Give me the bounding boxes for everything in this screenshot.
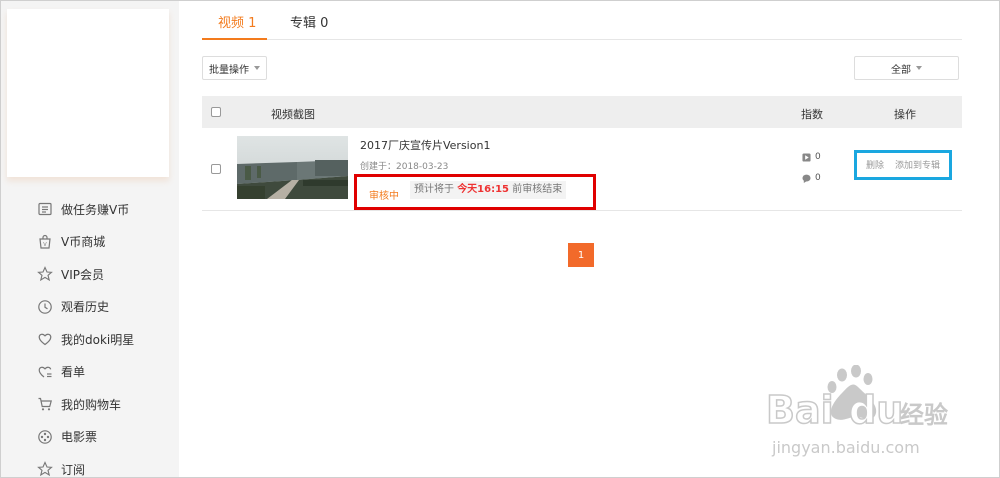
- comment-count: 0: [802, 173, 821, 183]
- shopping-bag-icon: V: [37, 234, 53, 250]
- sidebar-item-label: 我的购物车: [61, 397, 122, 412]
- svg-text:V: V: [43, 242, 47, 248]
- svg-text:Bai: Bai: [766, 388, 834, 432]
- sidebar-item-cart[interactable]: 我的购物车: [1, 388, 179, 421]
- header-screenshot: 视频截图: [271, 108, 315, 121]
- sidebar-item-label: V币商城: [61, 235, 106, 250]
- user-profile-card: [7, 9, 169, 177]
- filter-label: 全部: [891, 64, 911, 76]
- row-checkbox[interactable]: [211, 164, 221, 174]
- sidebar-item-label: 看单: [61, 365, 86, 380]
- chevron-down-icon: [254, 66, 260, 70]
- task-list-icon: [37, 201, 53, 217]
- video-thumbnail[interactable]: [237, 136, 348, 199]
- review-status-highlight: 审核中 预计将于 今天16:15 前审核结束: [354, 174, 596, 210]
- heart-outline-icon: [37, 331, 53, 347]
- batch-operation-label: 批量操作: [209, 64, 249, 76]
- sidebar-item-vip[interactable]: VIP会员: [1, 258, 179, 291]
- sidebar-item-label: 我的doki明星: [61, 332, 135, 347]
- star-outline-icon: [37, 266, 53, 282]
- chevron-down-icon: [916, 66, 922, 70]
- header-actions: 操作: [894, 108, 916, 121]
- sidebar-item-label: 电影票: [61, 430, 98, 445]
- comment-count-value: 0: [815, 173, 821, 183]
- sidebar-item-label: 订阅: [61, 462, 86, 477]
- sidebar-item-history[interactable]: 观看历史: [1, 291, 179, 324]
- select-all-checkbox[interactable]: [211, 107, 221, 117]
- comment-icon: [802, 174, 811, 183]
- actions-highlight: 删除 添加到专辑: [854, 150, 952, 180]
- watermark-url: jingyan.baidu.com: [771, 438, 920, 457]
- delete-button[interactable]: 删除: [866, 158, 884, 171]
- sidebar-item-watchlist[interactable]: 看单: [1, 356, 179, 389]
- add-to-album-button[interactable]: 添加到专辑: [895, 158, 940, 171]
- tab-videos[interactable]: 视频 1: [201, 12, 268, 40]
- play-count: 0: [802, 152, 821, 162]
- sidebar-menu: 做任务赚V币 V V币商城 VIP会员 观看历史 我的doki明星 看单 我的购…: [1, 193, 179, 478]
- sidebar-item-subscribe[interactable]: 订阅: [1, 453, 179, 478]
- review-estimate-note: 预计将于 今天16:15 前审核结束: [410, 181, 567, 199]
- header-index: 指数: [801, 108, 823, 121]
- play-icon: [802, 152, 811, 162]
- note-prefix: 预计将于: [414, 184, 454, 195]
- table-header: 视频截图 指数 操作: [202, 96, 962, 128]
- note-suffix: 前审核结束: [512, 184, 563, 195]
- tab-bar: 视频 1 专辑 0: [201, 0, 962, 40]
- table-row: 2017厂庆宣传片Version1 创建于：2018-03-23 审核中 预计将…: [202, 128, 962, 211]
- sidebar-item-tasks[interactable]: 做任务赚V币: [1, 193, 179, 226]
- sidebar-item-label: 做任务赚V币: [61, 202, 130, 217]
- status-badge: 审核中: [369, 191, 399, 202]
- watermark-logo: Bai du 经验 jingyan.baidu.com: [752, 364, 952, 465]
- video-title[interactable]: 2017厂庆宣传片Version1: [360, 137, 490, 153]
- filter-dropdown[interactable]: 全部: [854, 56, 959, 80]
- star-icon: [37, 461, 53, 477]
- tab-albums[interactable]: 专辑 0: [290, 12, 328, 31]
- cart-icon: [37, 396, 53, 412]
- video-created-date: 创建于：2018-03-23: [360, 162, 449, 172]
- sidebar-item-tickets[interactable]: 电影票: [1, 421, 179, 454]
- sidebar-item-vcoin-mall[interactable]: V V币商城: [1, 226, 179, 259]
- pagination-page-button[interactable]: 1: [568, 243, 594, 267]
- sidebar-item-doki[interactable]: 我的doki明星: [1, 323, 179, 356]
- film-reel-icon: [37, 429, 53, 445]
- heart-list-icon: [37, 364, 53, 380]
- play-count-value: 0: [815, 152, 821, 162]
- sidebar: 做任务赚V币 V V币商城 VIP会员 观看历史 我的doki明星 看单 我的购…: [1, 1, 179, 477]
- svg-text:du: du: [849, 388, 903, 432]
- batch-operation-dropdown[interactable]: 批量操作: [202, 56, 267, 80]
- sidebar-item-label: 观看历史: [61, 300, 110, 315]
- clock-icon: [37, 299, 53, 315]
- sidebar-item-label: VIP会员: [61, 267, 104, 282]
- note-time: 今天16:15: [457, 184, 510, 195]
- svg-text:经验: 经验: [900, 401, 948, 429]
